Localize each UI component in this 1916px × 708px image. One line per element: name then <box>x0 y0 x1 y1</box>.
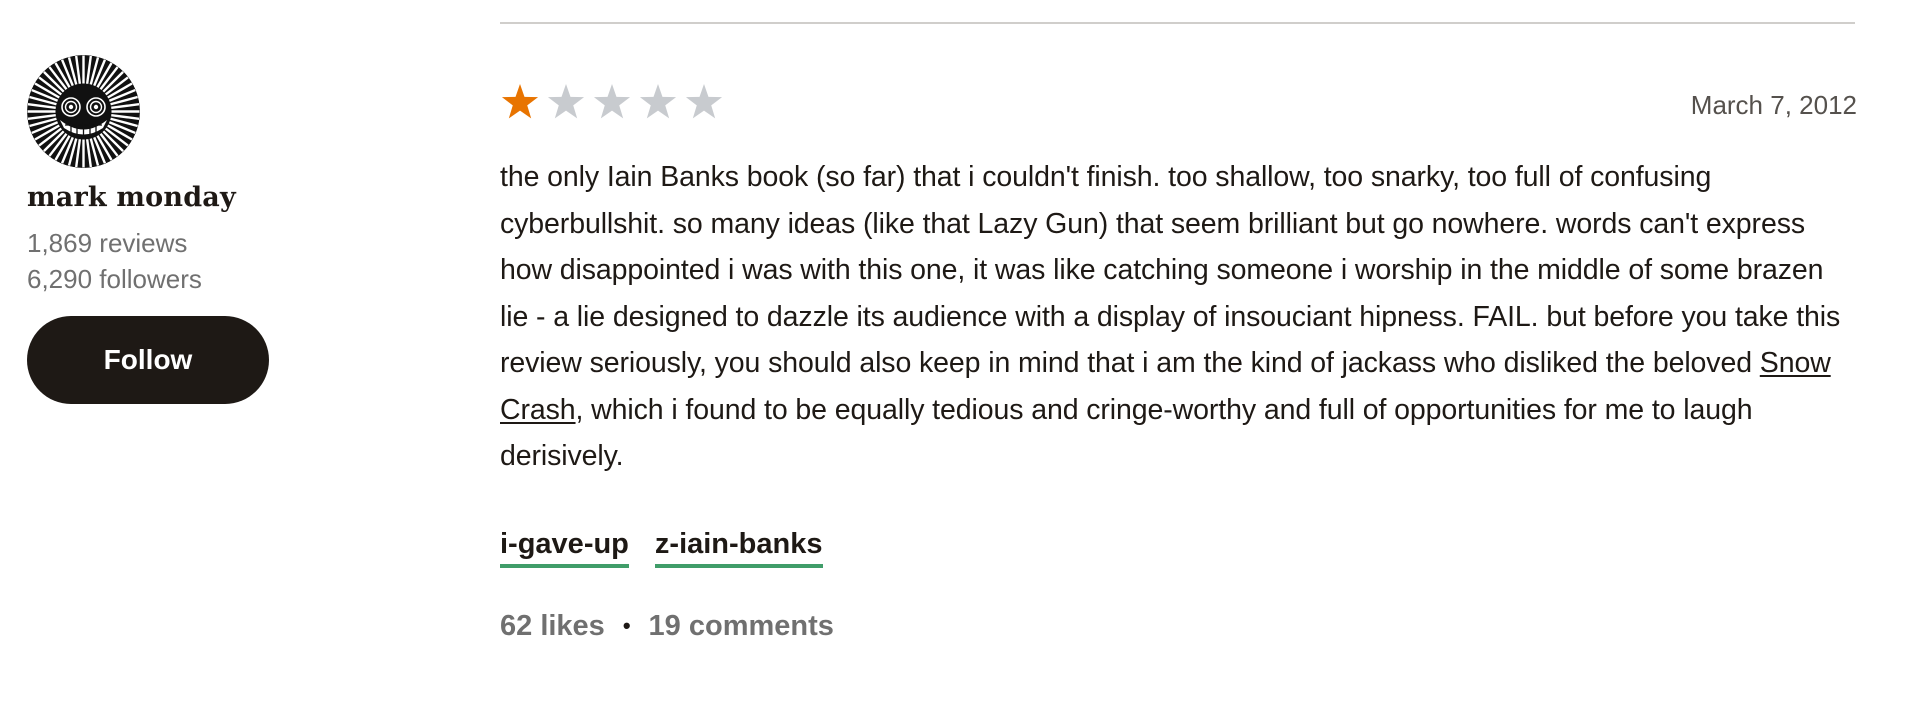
social-stats: 62 likes • 19 comments <box>500 610 1857 643</box>
review-text-part-2: , which i found to be equally tedious an… <box>500 393 1753 473</box>
follow-button[interactable]: Follow <box>27 316 269 404</box>
comments-link[interactable]: 19 comments <box>649 610 834 643</box>
top-divider <box>500 22 1855 24</box>
reviewer-card: mark monday 1,869 reviews 6,290 follower… <box>27 55 327 404</box>
review-card: March 7, 2012 the only Iain Banks book (… <box>500 78 1857 643</box>
rating-stars[interactable] <box>500 82 724 122</box>
separator-dot: • <box>622 613 631 638</box>
review-header: March 7, 2012 <box>500 78 1857 130</box>
cheshire-cat-sunburst-avatar-icon <box>27 55 140 168</box>
reviewer-review-count: 1,869 reviews <box>27 228 188 258</box>
reviewer-follower-count: 6,290 followers <box>27 264 202 294</box>
reviewer-avatar[interactable] <box>27 55 140 168</box>
star-empty-icon[interactable] <box>638 82 678 122</box>
star-filled-icon[interactable] <box>500 82 540 122</box>
reviewer-name[interactable]: mark monday <box>27 182 327 213</box>
review-text: the only Iain Banks book (so far) that i… <box>500 154 1857 480</box>
star-empty-icon[interactable] <box>592 82 632 122</box>
likes-link[interactable]: 62 likes <box>500 610 605 643</box>
shelf-tag[interactable]: z-iain-banks <box>654 528 823 568</box>
star-empty-icon[interactable] <box>546 82 586 122</box>
review-date[interactable]: March 7, 2012 <box>1691 90 1857 121</box>
review-text-part-1: the only Iain Banks book (so far) that i… <box>500 161 1841 379</box>
star-empty-icon[interactable] <box>684 82 724 122</box>
shelf-list: i-gave-up z-iain-banks <box>500 528 1857 568</box>
shelf-tag[interactable]: i-gave-up <box>500 528 629 568</box>
